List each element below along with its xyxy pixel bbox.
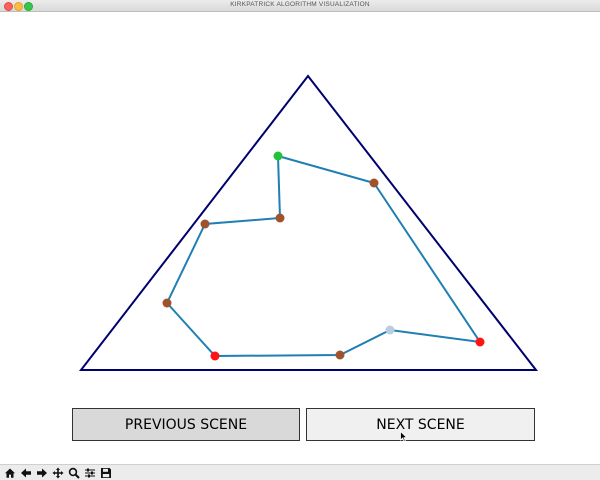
configure-subplots-icon[interactable] [82,466,98,480]
vertex [335,350,345,360]
back-icon[interactable] [18,466,34,480]
vertex [275,213,285,223]
visualization-canvas [78,74,539,371]
window-titlebar: KIRKPATRICK ALGORITHM VISUALIZATION [0,0,600,12]
bounding-triangle [78,74,539,371]
mouse-cursor-icon [400,431,408,442]
previous-scene-button[interactable]: PREVIOUS SCENE [72,408,300,441]
window-title: KIRKPATRICK ALGORITHM VISUALIZATION [230,1,370,8]
save-icon[interactable] [98,466,114,480]
vertex-marked [475,337,485,347]
vertex-light [385,325,395,335]
vertex-marked [210,351,220,361]
polygon-outline [165,154,483,358]
home-icon[interactable] [2,466,18,480]
plot-toolbar [0,464,600,480]
pan-icon[interactable] [50,466,66,480]
next-scene-button[interactable]: NEXT SCENE [306,408,535,441]
vertex-start [273,151,283,161]
zoom-icon[interactable] [66,466,82,480]
forward-icon[interactable] [34,466,50,480]
vertex [200,219,210,229]
vertex [369,178,379,188]
vertex [162,298,172,308]
